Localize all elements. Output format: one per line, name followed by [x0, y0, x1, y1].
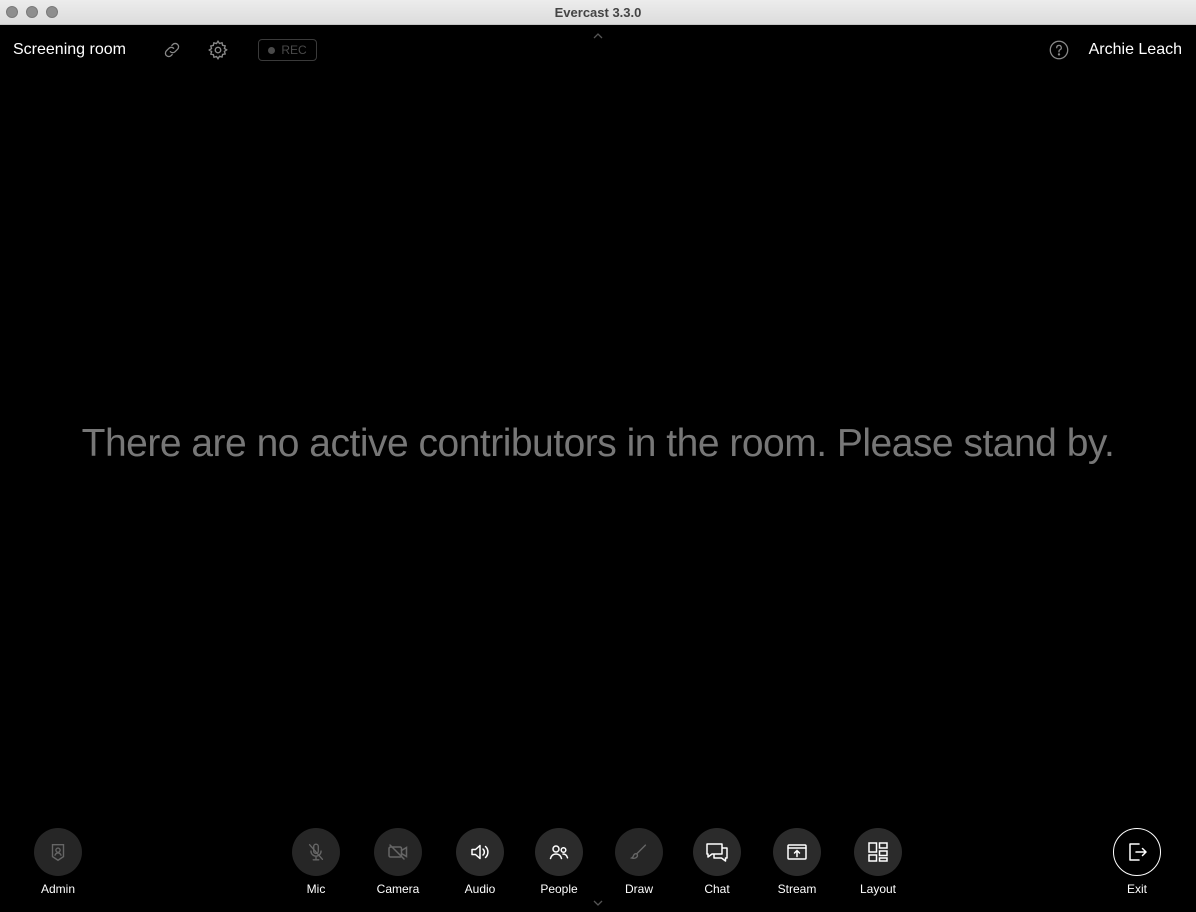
audio-button[interactable]: Audio [445, 828, 515, 896]
draw-button-circle[interactable] [615, 828, 663, 876]
record-label: REC [281, 43, 307, 57]
standby-message: There are no active contributors in the … [81, 422, 1115, 465]
stream-label: Stream [777, 882, 817, 896]
chat-icon [706, 843, 728, 862]
mic-button-circle[interactable] [292, 828, 340, 876]
layout-button[interactable]: Layout [843, 828, 913, 896]
admin-badge-icon [51, 843, 65, 862]
people-label: People [540, 882, 578, 896]
exit-button[interactable]: Exit [1102, 828, 1172, 896]
speaker-icon [471, 844, 489, 860]
room-name: Screening room [13, 41, 126, 58]
layout-button-circle[interactable] [854, 828, 902, 876]
help-icon [1049, 40, 1069, 60]
stream-button[interactable]: Stream [762, 828, 832, 896]
admin-button-circle[interactable] [34, 828, 82, 876]
exit-icon [1129, 843, 1147, 861]
stream-icon [787, 844, 807, 860]
gear-icon [208, 40, 228, 60]
exit-button-circle[interactable] [1113, 828, 1161, 876]
stream-button-circle[interactable] [773, 828, 821, 876]
user-name[interactable]: Archie Leach [1089, 41, 1182, 59]
settings-button[interactable] [206, 38, 230, 62]
record-button[interactable]: REC [258, 39, 317, 61]
chat-button[interactable]: Chat [682, 828, 752, 896]
audio-label: Audio [464, 882, 496, 896]
chevron-down-icon[interactable] [591, 898, 605, 908]
copy-link-button[interactable] [160, 38, 184, 62]
exit-label: Exit [1126, 882, 1147, 896]
audio-button-circle[interactable] [456, 828, 504, 876]
people-icon [549, 845, 569, 860]
chevron-up-icon[interactable] [591, 31, 605, 41]
people-button[interactable]: People [524, 828, 594, 896]
record-dot-icon [268, 46, 276, 54]
camera-off-icon [388, 844, 408, 860]
mic-off-icon [308, 843, 324, 861]
window-titlebar: Evercast 3.3.0 [0, 0, 1196, 25]
layout-grid-icon [868, 842, 888, 862]
admin-label: Admin [40, 882, 75, 896]
chat-button-circle[interactable] [693, 828, 741, 876]
admin-button[interactable]: Admin [23, 828, 93, 896]
camera-button-circle[interactable] [374, 828, 422, 876]
link-icon [164, 42, 180, 58]
camera-label: Camera [376, 882, 420, 896]
mic-button[interactable]: Mic [281, 828, 351, 896]
layout-label: Layout [859, 882, 897, 896]
window-title: Evercast 3.3.0 [554, 5, 642, 20]
chat-label: Chat [704, 882, 730, 896]
people-button-circle[interactable] [535, 828, 583, 876]
draw-button[interactable]: Draw [604, 828, 674, 896]
help-button[interactable] [1047, 38, 1071, 62]
camera-button[interactable]: Camera [363, 828, 433, 896]
brush-icon [629, 844, 647, 859]
mic-label: Mic [306, 882, 326, 896]
draw-label: Draw [624, 882, 653, 896]
